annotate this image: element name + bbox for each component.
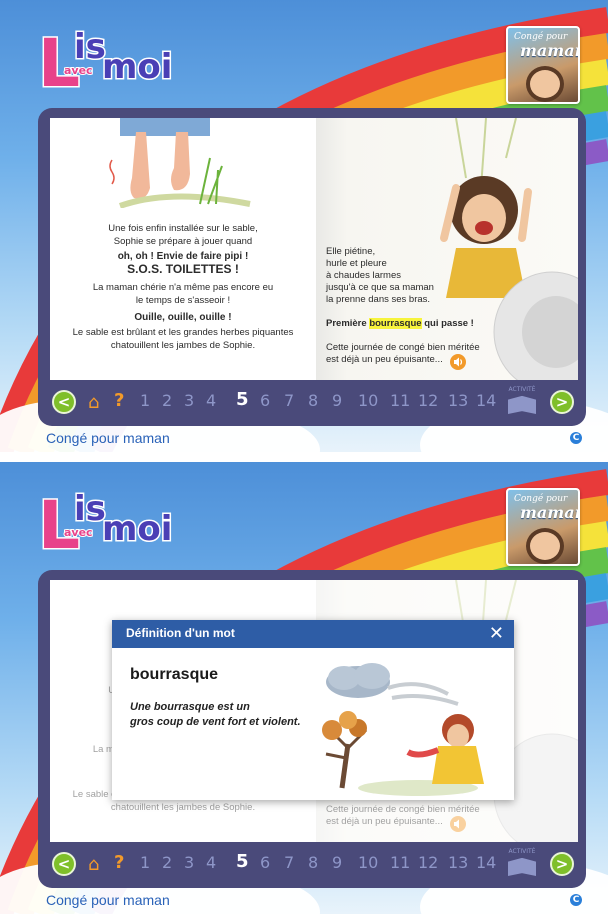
activity-label: ACTIVITÉ: [508, 386, 536, 393]
story-line: La maman chérie n'a même pas encore eu: [92, 282, 274, 293]
page-link-6[interactable]: 6: [260, 853, 270, 872]
lis-avec-moi-logo: L is avec moi: [37, 24, 174, 104]
home-icon[interactable]: ⌂: [88, 855, 99, 875]
story-line: jusqu'à ce que sa maman: [326, 282, 434, 293]
chevron-left-icon: <: [57, 855, 71, 873]
story-line: à chaudes larmes: [326, 270, 401, 281]
svg-text:avec: avec: [64, 64, 93, 77]
page-link-2[interactable]: 2: [162, 853, 172, 872]
page-link-13[interactable]: 13: [448, 853, 468, 872]
page-link-3[interactable]: 3: [184, 391, 194, 410]
reader-screen-2: L is avec moi Congé pour maman Une fois …: [0, 462, 608, 914]
page-link-11[interactable]: 11: [390, 391, 410, 410]
page-link-14[interactable]: 14: [476, 853, 496, 872]
reader-screen-1: L is avec moi Congé pour maman Une fois …: [0, 0, 608, 452]
page-link-13[interactable]: 13: [448, 391, 468, 410]
chevron-right-icon: >: [555, 855, 569, 873]
left-page: Une fois enfin installée sur le sable, S…: [50, 118, 316, 380]
word-definition-dialog: Définition d'un mot ✕ bourrasque Une bou…: [112, 620, 514, 800]
next-page-button[interactable]: >: [550, 390, 574, 414]
definition-line: gros coup de vent fort et violent.: [130, 716, 301, 728]
page-link-10[interactable]: 10: [358, 391, 378, 410]
page-link-12[interactable]: 12: [418, 853, 438, 872]
book-cover-thumbnail[interactable]: Congé pour maman: [506, 26, 580, 104]
audio-speaker-icon[interactable]: [450, 354, 466, 370]
book-cover-thumbnail[interactable]: Congé pour maman: [506, 488, 580, 566]
page-link-6[interactable]: 6: [260, 391, 270, 410]
story-line-highlighted: Première bourrasque qui passe !: [326, 318, 474, 331]
page-link-5-current[interactable]: 5: [236, 851, 249, 872]
page-link-7[interactable]: 7: [284, 853, 294, 872]
page-link-8[interactable]: 8: [308, 391, 318, 410]
feet-illustration: [109, 118, 251, 208]
page-link-1[interactable]: 1: [140, 391, 150, 410]
page-link-4[interactable]: 4: [206, 391, 216, 410]
story-line: la prenne dans ses bras.: [326, 294, 431, 305]
svg-text:moi: moi: [102, 47, 172, 87]
right-page: Elle piétine, hurle et pleure à chaudes …: [316, 118, 578, 380]
story-line: est déjà un peu épuisante...: [326, 354, 443, 365]
story-line: Sophie se prépare à jouer quand: [113, 236, 253, 247]
chevron-left-icon: <: [57, 393, 71, 411]
activity-book-icon[interactable]: [508, 858, 536, 876]
book-title-footer: Congé pour maman: [46, 892, 170, 908]
svg-text:avec: avec: [64, 526, 93, 539]
help-button[interactable]: ?: [114, 852, 124, 873]
previous-page-button[interactable]: <: [52, 852, 76, 876]
help-button[interactable]: ?: [114, 390, 124, 411]
cover-character-image: [526, 528, 564, 564]
defined-word: bourrasque: [130, 666, 219, 683]
previous-page-button[interactable]: <: [52, 390, 76, 414]
close-icon[interactable]: ✕: [489, 623, 504, 644]
story-line: chatouillent les jambes de Sophie.: [110, 340, 256, 351]
highlighted-word-bourrasque[interactable]: bourrasque: [369, 318, 422, 329]
page-link-12[interactable]: 12: [418, 391, 438, 410]
cover-character-image: [526, 66, 564, 102]
next-page-button[interactable]: >: [550, 852, 574, 876]
book-title-footer: Congé pour maman: [46, 430, 170, 446]
wind-storm-illustration: [322, 663, 484, 796]
page-link-7[interactable]: 7: [284, 391, 294, 410]
dialog-title: Définition d'un mot: [126, 626, 235, 640]
story-line: Elle piétine,: [326, 246, 376, 257]
definition-line: Une bourrasque est un: [130, 701, 250, 713]
page-link-5-current[interactable]: 5: [236, 389, 249, 410]
activity-book-icon[interactable]: [508, 396, 536, 414]
page-link-9[interactable]: 9: [332, 391, 342, 410]
page-link-11[interactable]: 11: [390, 853, 410, 872]
story-line: Ouille, ouille, ouille !: [134, 312, 232, 323]
cover-title-line2: maman: [520, 503, 580, 522]
story-line: hurle et pleure: [326, 258, 387, 269]
page-link-1[interactable]: 1: [140, 853, 150, 872]
page-navigation: < ⌂ ? 1 2 3 4 5 6 7 8 9 10 11 12 13 14 A…: [44, 848, 580, 884]
book-spread: Une fois enfin installée sur le sable, S…: [50, 118, 578, 380]
dialog-header: Définition d'un mot ✕: [112, 620, 514, 648]
copyright-icon[interactable]: C: [570, 894, 582, 906]
activity-label: ACTIVITÉ: [508, 848, 536, 855]
page-link-9[interactable]: 9: [332, 853, 342, 872]
page-navigation: < ⌂ ? 1 2 3 4 5 6 7 8 9 10 11 12 13 14 A…: [44, 386, 580, 422]
page-link-2[interactable]: 2: [162, 391, 172, 410]
lis-avec-moi-logo: L is avec moi: [37, 486, 174, 566]
definition-text: Une bourrasque est un gros coup de vent …: [130, 700, 330, 730]
story-line: Cette journée de congé bien méritée: [326, 342, 480, 353]
page-link-14[interactable]: 14: [476, 391, 496, 410]
home-icon[interactable]: ⌂: [88, 393, 99, 413]
svg-text:moi: moi: [102, 509, 172, 549]
page-link-8[interactable]: 8: [308, 853, 318, 872]
story-line: S.O.S. TOILETTES !: [127, 262, 239, 276]
chevron-right-icon: >: [555, 393, 569, 411]
highlight-suffix: qui passe !: [421, 318, 474, 329]
cover-title-line2: maman: [520, 41, 580, 60]
page-link-4[interactable]: 4: [206, 853, 216, 872]
copyright-icon[interactable]: C: [570, 432, 582, 444]
page-link-3[interactable]: 3: [184, 853, 194, 872]
story-line: Une fois enfin installée sur le sable,: [108, 223, 258, 234]
story-line: le temps de s'asseoir !: [135, 295, 231, 306]
story-line: Le sable est brûlant et les grandes herb…: [72, 327, 294, 338]
page-link-10[interactable]: 10: [358, 853, 378, 872]
highlight-prefix: Première: [326, 318, 370, 329]
